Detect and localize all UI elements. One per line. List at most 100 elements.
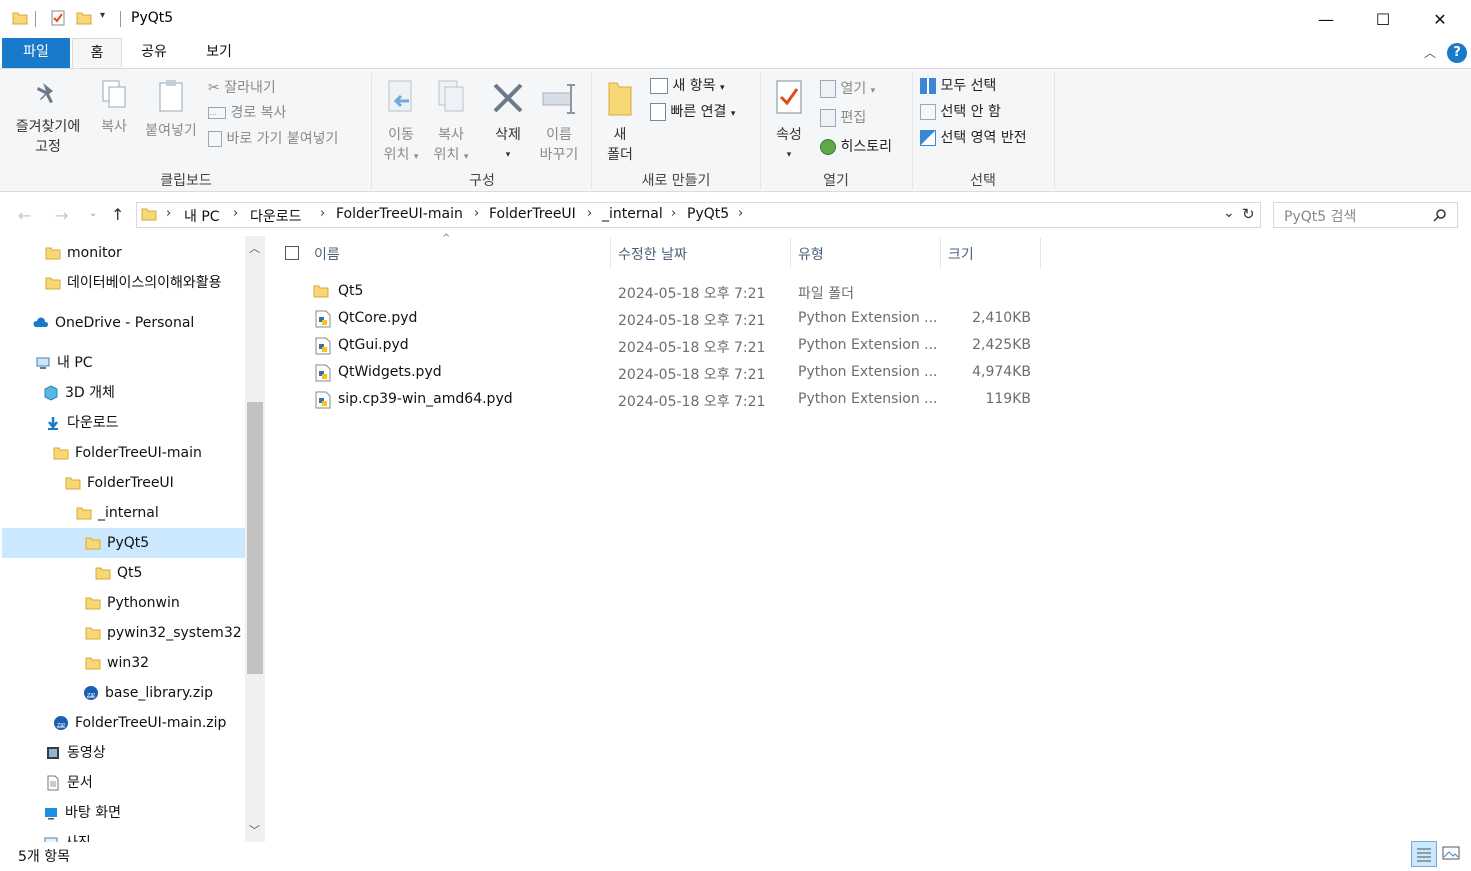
breadcrumb-internal[interactable]: _internal	[602, 206, 663, 222]
nav-item-foldertreeui-main-zip[interactable]: ZIP FolderTreeUI-main.zip	[53, 708, 226, 738]
open-button[interactable]: 열기 ▾	[820, 78, 875, 100]
nav-item-downloads[interactable]: 다운로드	[45, 408, 119, 438]
invert-selection-button[interactable]: 선택 영역 반전	[920, 127, 1027, 149]
nav-item-foldertreeui[interactable]: FolderTreeUI	[65, 468, 174, 498]
breadcrumb-chevron-icon[interactable]: ›	[671, 206, 676, 221]
nav-scrollbar-thumb[interactable]	[247, 402, 263, 674]
recent-locations-chevron-icon[interactable]: ⌄	[89, 208, 97, 219]
easy-access-button[interactable]: 빠른 연결 ▾	[650, 101, 735, 123]
nav-item-monitor[interactable]: monitor	[45, 238, 122, 268]
close-button[interactable]: ✕	[1411, 0, 1469, 38]
quick-access-dropdown[interactable]: ▾	[100, 10, 105, 21]
breadcrumb-chevron-icon[interactable]: ›	[474, 206, 479, 221]
properties-button[interactable]: 속성 ▾	[766, 79, 812, 165]
nav-item-documents[interactable]: 문서	[45, 768, 93, 798]
nav-item-my-pc[interactable]: 내 PC	[35, 348, 93, 378]
nav-item-pythonwin[interactable]: Pythonwin	[85, 588, 180, 618]
breadcrumb-foldertreeui[interactable]: FolderTreeUI	[489, 206, 576, 222]
nav-item-foldertreeui-main[interactable]: FolderTreeUI-main	[53, 438, 202, 468]
move-to-button[interactable]: 이동 위치 ▾	[378, 79, 424, 167]
nav-item-win32[interactable]: win32	[85, 648, 149, 678]
breadcrumb-foldertreeui-main[interactable]: FolderTreeUI-main	[336, 206, 463, 222]
details-view-button[interactable]	[1411, 841, 1437, 867]
scroll-down-icon[interactable]: ﹀	[249, 822, 260, 838]
forward-arrow-icon[interactable]: →	[55, 206, 68, 225]
select-all-checkbox[interactable]	[285, 246, 299, 260]
tab-view[interactable]: 보기	[190, 38, 248, 68]
nav-item-qt5[interactable]: Qt5	[95, 558, 142, 588]
large-icons-view-button[interactable]	[1439, 841, 1465, 867]
column-header-size[interactable]: 크기	[948, 244, 974, 264]
up-arrow-icon[interactable]: ↑	[111, 205, 124, 224]
file-name[interactable]: QtGui.pyd	[338, 337, 409, 353]
nav-item-videos[interactable]: 동영상	[45, 738, 106, 768]
copy-button[interactable]: 복사	[92, 79, 136, 137]
search-icon[interactable]	[1433, 208, 1447, 222]
paste-button[interactable]: 붙여넣기	[140, 79, 202, 141]
paste-shortcut-button[interactable]: 바로 가기 붙여넣기	[208, 128, 338, 150]
edit-button[interactable]: 편집	[820, 107, 866, 129]
refresh-icon[interactable]: ↻	[1242, 205, 1255, 223]
delete-button[interactable]: 삭제 ▾	[486, 79, 530, 165]
file-name[interactable]: QtCore.pyd	[338, 310, 417, 326]
address-dropdown-chevron-icon[interactable]: ⌄	[1223, 205, 1235, 221]
file-size: 119KB	[985, 391, 1031, 407]
history-button[interactable]: 히스토리	[820, 136, 892, 158]
scroll-up-icon[interactable]: ︿	[249, 240, 260, 256]
nav-item-onedrive[interactable]: OneDrive - Personal	[33, 308, 194, 338]
file-name[interactable]: QtWidgets.pyd	[338, 364, 442, 380]
tab-file[interactable]: 파일	[2, 38, 70, 68]
nav-item-label: FolderTreeUI-main.zip	[75, 715, 227, 731]
column-header-type[interactable]: 유형	[798, 244, 824, 264]
tab-share[interactable]: 공유	[128, 38, 180, 68]
minimize-button[interactable]: —	[1297, 0, 1355, 38]
divider[interactable]	[790, 238, 791, 268]
collapse-ribbon-icon[interactable]: ︿	[1424, 44, 1436, 61]
new-item-button[interactable]: 새 항목 ▾	[650, 75, 725, 97]
properties-icon[interactable]	[50, 10, 66, 26]
new-folder-button[interactable]: 새 폴더	[598, 79, 642, 165]
divider[interactable]	[610, 238, 611, 268]
new-folder-icon[interactable]	[76, 10, 92, 26]
divider[interactable]	[1040, 238, 1041, 268]
maximize-button[interactable]: ☐	[1354, 0, 1412, 38]
nav-item-pywin32-system32[interactable]: pywin32_system32	[85, 618, 242, 648]
folder-icon	[85, 597, 101, 610]
divider[interactable]	[940, 238, 941, 268]
cut-button[interactable]: ✂ 잘라내기	[208, 77, 276, 99]
file-name[interactable]: sip.cp39-win_amd64.pyd	[338, 391, 513, 407]
breadcrumb-chevron-icon[interactable]: ›	[738, 206, 743, 221]
nav-item-internal[interactable]: _internal	[76, 498, 159, 528]
copy-to-button[interactable]: 복사 위치 ▾	[428, 79, 474, 167]
group-label-new: 새로 만들기	[641, 173, 711, 189]
breadcrumb-chevron-icon[interactable]: ›	[166, 206, 171, 221]
column-header-name[interactable]: 이름	[314, 244, 340, 264]
pin-to-quick-access-button[interactable]: 즐겨찾기에 고정	[6, 79, 90, 157]
nav-item-desktop[interactable]: 바탕 화면	[43, 798, 121, 828]
select-all-button[interactable]: 모두 선택	[920, 75, 996, 97]
nav-item-label: 데이터베이스의이해와활용	[67, 275, 222, 291]
nav-item-base-library-zip[interactable]: ZIP base_library.zip	[83, 678, 213, 708]
properties-icon	[776, 80, 802, 114]
rename-button[interactable]: 이름 바꾸기	[534, 79, 584, 165]
copy-path-button[interactable]: … 경로 복사	[208, 102, 286, 124]
folder-icon	[76, 507, 92, 520]
select-none-button[interactable]: 선택 안 함	[920, 101, 1001, 123]
nav-item-pyqt5[interactable]: PyQt5	[85, 528, 149, 558]
breadcrumb-my-pc[interactable]: 내 PC	[184, 206, 220, 226]
help-icon[interactable]: ?	[1447, 43, 1467, 63]
nav-item-database[interactable]: 데이터베이스의이해와활용	[45, 268, 222, 298]
breadcrumb-chevron-icon[interactable]: ›	[320, 206, 325, 221]
copy-icon	[102, 80, 126, 108]
file-name[interactable]: Qt5	[338, 283, 363, 299]
nav-item-3d-objects[interactable]: 3D 개체	[43, 378, 115, 408]
breadcrumb-chevron-icon[interactable]: ›	[587, 206, 592, 221]
breadcrumb-downloads[interactable]: 다운로드	[250, 206, 302, 226]
breadcrumb-pyqt5[interactable]: PyQt5	[687, 206, 729, 222]
svg-text:ZIP: ZIP	[57, 723, 65, 729]
scissors-icon: ✂	[208, 80, 220, 96]
back-arrow-icon[interactable]: ←	[18, 206, 31, 225]
column-header-date[interactable]: 수정한 날짜	[618, 244, 687, 264]
tab-home[interactable]: 홈	[72, 38, 122, 68]
breadcrumb-chevron-icon[interactable]: ›	[233, 206, 238, 221]
